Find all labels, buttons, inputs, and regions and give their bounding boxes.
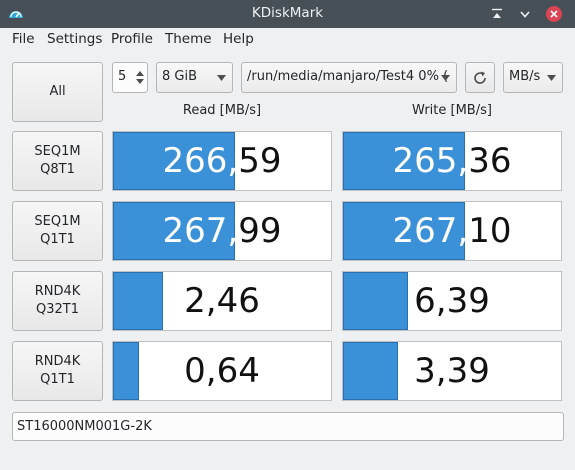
test-name-line1: SEQ1M [34,214,81,229]
loops-spinbox[interactable]: 5 [112,62,148,93]
chevron-down-icon [217,75,226,81]
test-name-line1: RND4K [34,354,81,369]
refresh-icon [474,71,486,84]
target-path-value: /run/media/manjaro/Test4 0% ( [247,69,449,84]
test-name-line1: SEQ1M [34,144,81,159]
write-result-rnd4k-q1t1: 3,39 [342,341,562,401]
test-name-line2: Q32T1 [36,302,79,317]
read-value: 2,46 [184,281,260,321]
minimize-icon[interactable] [515,4,535,24]
test-rnd4k-q32t1-button[interactable]: RND4K Q32T1 [12,271,103,331]
read-value: 0,64 [184,351,260,391]
menu-profile[interactable]: Profile [111,31,153,47]
test-seq1m-q1t1-button[interactable]: SEQ1M Q1T1 [12,201,103,261]
menu-bar: File Settings Profile Theme Help [0,28,575,51]
write-result-rnd4k-q32t1: 6,39 [342,271,562,331]
test-name-line2: Q8T1 [40,162,75,177]
target-path-select[interactable]: /run/media/manjaro/Test4 0% ( [241,62,457,93]
test-name-line2: Q1T1 [40,232,75,247]
read-result-seq1m-q8t1: 266,59 [112,131,332,191]
refresh-button[interactable] [465,62,495,93]
chevron-down-icon [547,75,556,81]
loops-value: 5 [118,69,127,84]
drive-model: ST16000NM001G-2K [17,419,152,434]
title-bar[interactable]: KDiskMark [0,0,575,28]
write-column-header: Write [MB/s] [412,103,492,118]
unit-value: MB/s [509,69,541,84]
read-result-seq1m-q1t1: 267,99 [112,201,332,261]
menu-help[interactable]: Help [223,31,254,47]
write-value: 6,39 [414,281,490,321]
read-value: 266,59 [162,141,282,181]
spin-down-icon[interactable] [136,79,144,84]
menu-theme[interactable]: Theme [165,31,212,47]
test-name-line1: RND4K [34,284,81,299]
read-result-rnd4k-q1t1: 0,64 [112,341,332,401]
write-value: 3,39 [414,351,490,391]
write-value: 267,10 [392,211,512,251]
close-icon[interactable] [544,4,564,24]
spin-up-icon[interactable] [136,71,144,76]
test-rnd4k-q1t1-button[interactable]: RND4K Q1T1 [12,341,103,401]
test-name-line2: Q1T1 [40,372,75,387]
read-value: 267,99 [162,211,282,251]
unit-select[interactable]: MB/s [503,62,563,93]
chevron-down-icon [441,75,450,81]
write-value: 265,36 [392,141,512,181]
drive-info-field[interactable]: ST16000NM001G-2K [12,412,564,441]
write-result-seq1m-q1t1: 267,10 [342,201,562,261]
test-size-value: 8 GiB [162,69,198,84]
write-result-seq1m-q8t1: 265,36 [342,131,562,191]
read-column-header: Read [MB/s] [182,103,262,118]
read-result-rnd4k-q32t1: 2,46 [112,271,332,331]
all-button[interactable]: All [12,62,103,122]
menu-file[interactable]: File [12,31,35,47]
menu-settings[interactable]: Settings [47,31,102,47]
keep-above-icon[interactable] [487,4,507,24]
test-size-select[interactable]: 8 GiB [156,62,233,93]
test-seq1m-q8t1-button[interactable]: SEQ1M Q8T1 [12,131,103,191]
